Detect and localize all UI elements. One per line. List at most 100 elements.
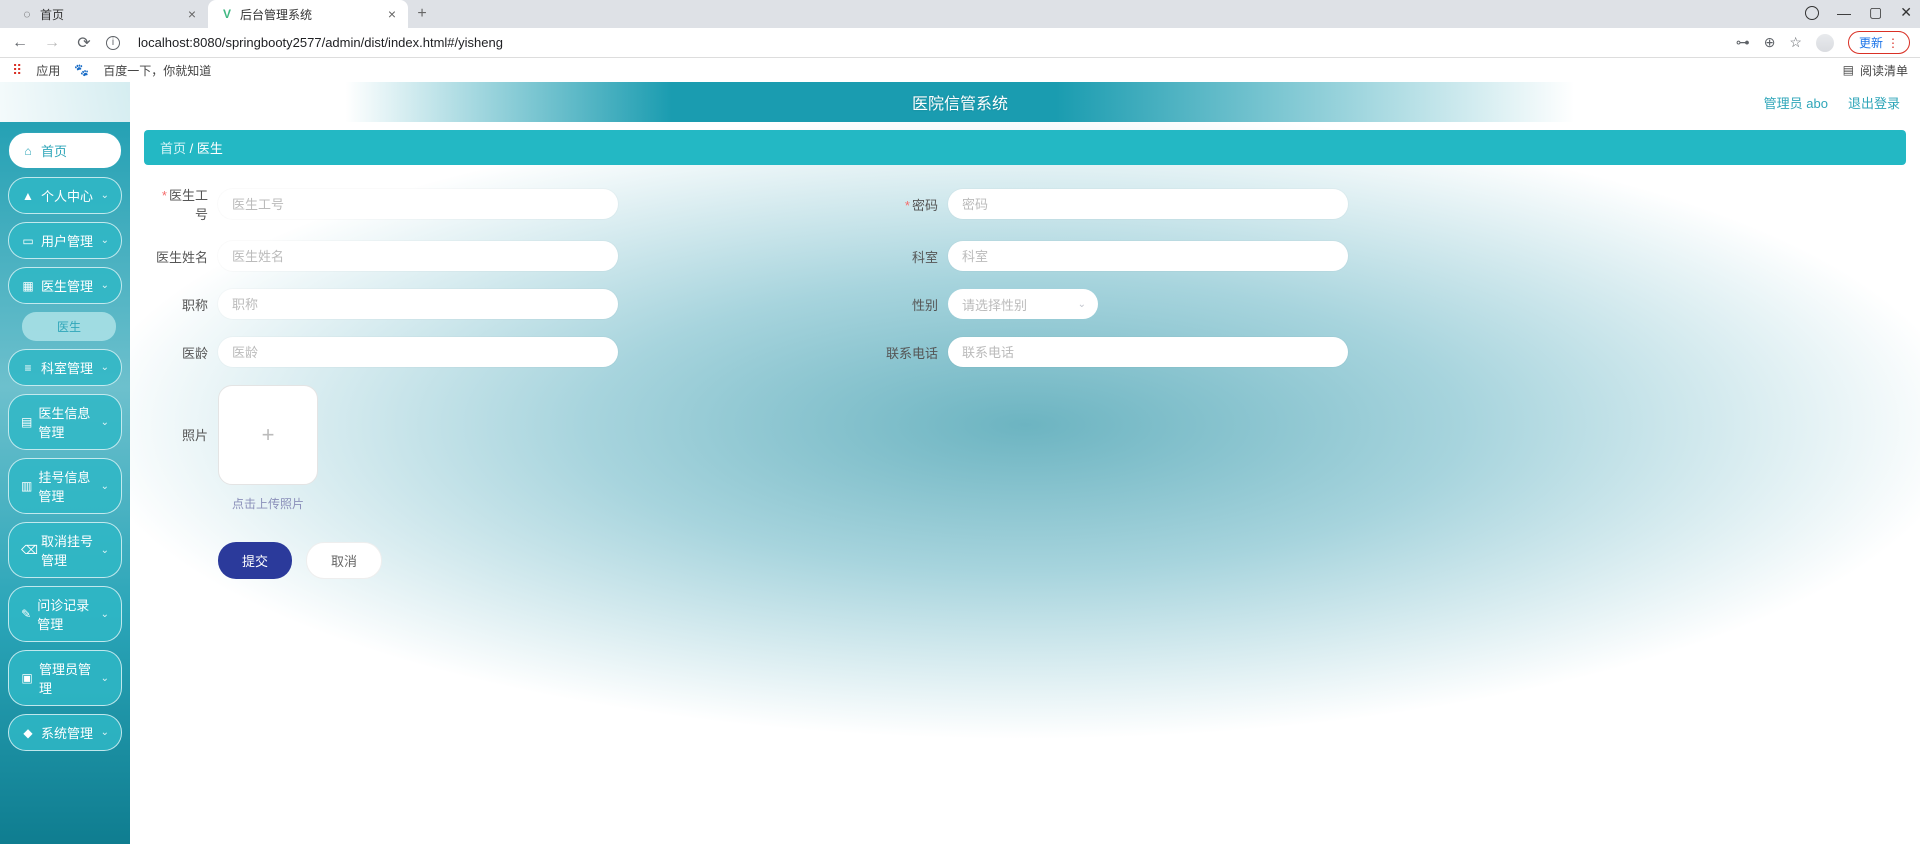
chevron-down-icon: ⌄ — [101, 190, 109, 201]
field-doctor-id: *医生工号 — [154, 185, 764, 223]
label-gender: 性别 — [884, 295, 938, 314]
admin-icon: ▣ — [21, 671, 33, 685]
doctor-form: *医生工号 *密码 医生姓名 科室 职称 — [144, 185, 1504, 579]
ticket-icon: ▥ — [21, 479, 32, 493]
address-bar[interactable]: localhost:8080/springbooty2577/admin/dis… — [132, 35, 1724, 50]
url-text: localhost:8080/springbooty2577/admin/dis… — [138, 35, 503, 50]
input-department[interactable] — [948, 241, 1348, 271]
select-gender[interactable]: 请选择性别 ⌄ — [948, 289, 1098, 319]
reload-button[interactable]: ⟳ — [74, 33, 94, 53]
form-actions: 提交 取消 — [154, 542, 1494, 579]
chevron-down-icon: ⌄ — [1078, 299, 1086, 310]
tab-title: 后台管理系统 — [240, 6, 312, 23]
breadcrumb-home[interactable]: 首页 — [160, 141, 186, 156]
upload-box[interactable]: + — [218, 385, 318, 485]
sidebar-item-departments[interactable]: ≡ 科室管理 ⌄ — [8, 349, 122, 386]
label-doctor-name: 医生姓名 — [154, 247, 208, 266]
new-tab-button[interactable]: + — [408, 0, 436, 28]
input-doctor-id[interactable] — [218, 189, 618, 219]
user-link[interactable]: 管理员 abo — [1764, 93, 1828, 112]
input-doctor-name[interactable] — [218, 241, 618, 271]
browser-chrome: — ▢ ✕ ◌ 首页 × V 后台管理系统 × + ← → ⟳ i localh… — [0, 0, 1920, 82]
chevron-down-icon: ⌄ — [101, 481, 109, 492]
upload-tip: 点击上传照片 — [232, 495, 304, 512]
cancel-button[interactable]: 取消 — [306, 542, 382, 579]
window-controls: — ▢ ✕ — [1805, 4, 1912, 21]
minimize-button[interactable]: — — [1837, 5, 1851, 21]
submit-button[interactable]: 提交 — [218, 542, 292, 579]
sidebar-label: 取消挂号管理 — [41, 531, 95, 569]
sidebar-label: 个人中心 — [41, 186, 93, 205]
sidebar: ⌂ 首页 ▲ 个人中心 ⌄ ▭ 用户管理 ⌄ ▦ 医生管理 ⌄ 医生 ≡ 科室管… — [0, 82, 130, 844]
field-age: 医龄 — [154, 337, 764, 367]
baidu-icon: 🐾 — [74, 63, 89, 77]
address-bar-row: ← → ⟳ i localhost:8080/springbooty2577/a… — [0, 28, 1920, 58]
label-doctor-id: *医生工号 — [154, 185, 208, 223]
baidu-link[interactable]: 百度一下，你就知道 — [103, 62, 211, 79]
star-icon[interactable]: ☆ — [1789, 34, 1802, 51]
app-body: ⌂ 首页 ▲ 个人中心 ⌄ ▭ 用户管理 ⌄ ▦ 医生管理 ⌄ 医生 ≡ 科室管… — [0, 82, 1920, 844]
breadcrumb-sep: / — [190, 141, 194, 156]
sidebar-item-doctors[interactable]: ▦ 医生管理 ⌄ — [8, 267, 122, 304]
sidebar-label: 医生管理 — [41, 276, 93, 295]
input-password[interactable] — [948, 189, 1348, 219]
browser-tab[interactable]: ◌ 首页 × — [8, 0, 208, 28]
label-phone: 联系电话 — [884, 343, 938, 362]
apps-link[interactable]: 应用 — [36, 62, 60, 79]
sidebar-item-admins[interactable]: ▣ 管理员管理 ⌄ — [8, 650, 122, 706]
sidebar-label: 用户管理 — [41, 231, 93, 250]
field-phone: 联系电话 — [884, 337, 1494, 367]
browser-tab[interactable]: V 后台管理系统 × — [208, 0, 408, 28]
forward-button[interactable]: → — [42, 34, 62, 52]
sidebar-label: 问诊记录管理 — [37, 595, 94, 633]
field-doctor-name: 医生姓名 — [154, 241, 764, 271]
sidebar-subitem-doctor[interactable]: 医生 — [22, 312, 116, 341]
grid-icon: ▦ — [21, 279, 35, 293]
app-title: 医院信管系统 — [912, 90, 1008, 114]
site-info-icon[interactable]: i — [106, 36, 120, 50]
photo-upload: + 点击上传照片 — [218, 385, 318, 512]
sidebar-label: 挂号信息管理 — [38, 467, 94, 505]
input-title[interactable] — [218, 289, 618, 319]
close-window-button[interactable]: ✕ — [1900, 4, 1912, 21]
sidebar-item-registration[interactable]: ▥ 挂号信息管理 ⌄ — [8, 458, 122, 514]
logout-link[interactable]: 退出登录 — [1848, 93, 1900, 112]
apps-icon[interactable]: ⠿ — [12, 62, 22, 79]
sidebar-item-records[interactable]: ✎ 问诊记录管理 ⌄ — [8, 586, 122, 642]
back-button[interactable]: ← — [10, 34, 30, 52]
reading-list-link[interactable]: 阅读清单 — [1860, 62, 1908, 79]
label-password: *密码 — [884, 195, 938, 214]
sidebar-label: 管理员管理 — [39, 659, 95, 697]
tab-title: 首页 — [40, 6, 64, 23]
field-title: 职称 — [154, 289, 764, 319]
sidebar-item-users[interactable]: ▭ 用户管理 ⌄ — [8, 222, 122, 259]
input-phone[interactable] — [948, 337, 1348, 367]
input-age[interactable] — [218, 337, 618, 367]
field-department: 科室 — [884, 241, 1494, 271]
sidebar-item-system[interactable]: ◆ 系统管理 ⌄ — [8, 714, 122, 751]
app-header: 医院信管系统 管理员 abo 退出登录 — [0, 82, 1920, 122]
sidebar-home[interactable]: ⌂ 首页 — [8, 132, 122, 169]
sidebar-item-cancel-reg[interactable]: ⌫ 取消挂号管理 ⌄ — [8, 522, 122, 578]
doc-icon: ▤ — [21, 415, 32, 429]
sidebar-item-profile[interactable]: ▲ 个人中心 ⌄ — [8, 177, 122, 214]
plus-icon: + — [262, 422, 275, 448]
sidebar-item-doctor-info[interactable]: ▤ 医生信息管理 ⌄ — [8, 394, 122, 450]
record-icon: ✎ — [21, 607, 31, 621]
tab-close-icon[interactable]: × — [388, 6, 396, 22]
field-password: *密码 — [884, 185, 1494, 223]
update-button[interactable]: 更新⋮ — [1848, 31, 1910, 54]
chevron-down-icon: ⌄ — [101, 545, 109, 556]
browser-tabs: ◌ 首页 × V 后台管理系统 × + — [0, 0, 1920, 28]
zoom-icon[interactable]: ⊕ — [1764, 34, 1776, 51]
circle-icon[interactable] — [1805, 6, 1819, 20]
chevron-down-icon: ⌄ — [101, 417, 109, 428]
chevron-down-icon: ⌄ — [101, 235, 109, 246]
key-icon[interactable]: ⊶ — [1736, 34, 1750, 51]
sidebar-sub-label: 医生 — [57, 320, 81, 334]
users-icon: ▭ — [21, 234, 35, 248]
tab-close-icon[interactable]: × — [188, 6, 196, 22]
profile-avatar[interactable] — [1816, 34, 1834, 52]
maximize-button[interactable]: ▢ — [1869, 4, 1882, 21]
main-content: 首页 / 医生 *医生工号 *密码 医生姓名 科室 — [130, 82, 1920, 844]
